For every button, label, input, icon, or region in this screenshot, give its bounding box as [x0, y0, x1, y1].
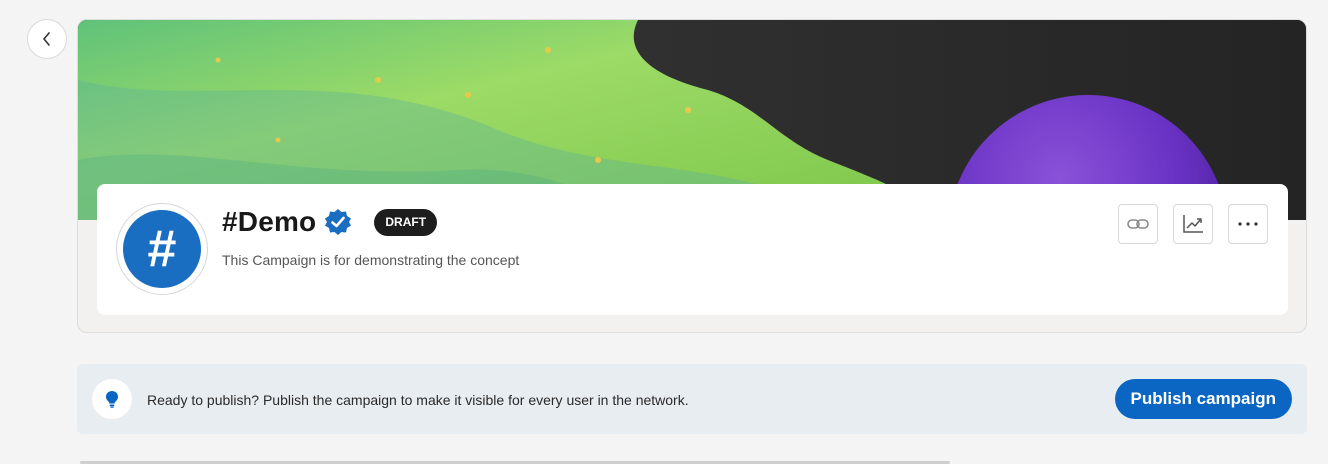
back-button[interactable] — [27, 19, 67, 59]
link-icon — [1127, 219, 1149, 229]
analytics-icon — [1183, 215, 1203, 233]
title-row: #Demo DRAFT — [222, 206, 438, 238]
copy-link-button[interactable] — [1118, 204, 1158, 244]
hashtag-avatar: # — [123, 210, 201, 288]
chevron-left-icon — [43, 32, 50, 46]
publish-notice: Ready to publish? Publish the campaign t… — [77, 364, 1307, 434]
campaign-card: # #Demo DRAFT This Campaign is for demon… — [77, 19, 1307, 333]
more-options-button[interactable] — [1228, 204, 1268, 244]
status-badge: DRAFT — [374, 208, 438, 236]
notice-text: Ready to publish? Publish the campaign t… — [147, 392, 689, 408]
publish-campaign-button[interactable]: Publish campaign — [1114, 379, 1292, 419]
avatar: # — [116, 203, 208, 295]
analytics-button[interactable] — [1173, 204, 1213, 244]
campaign-description: This Campaign is for demonstrating the c… — [222, 252, 520, 268]
more-icon — [1238, 222, 1258, 226]
campaign-info-panel: # #Demo DRAFT This Campaign is for demon… — [97, 184, 1288, 315]
campaign-actions — [1118, 204, 1268, 244]
page-title: #Demo — [222, 206, 317, 237]
lightbulb-icon — [92, 379, 132, 419]
verified-badge-icon — [324, 208, 352, 236]
